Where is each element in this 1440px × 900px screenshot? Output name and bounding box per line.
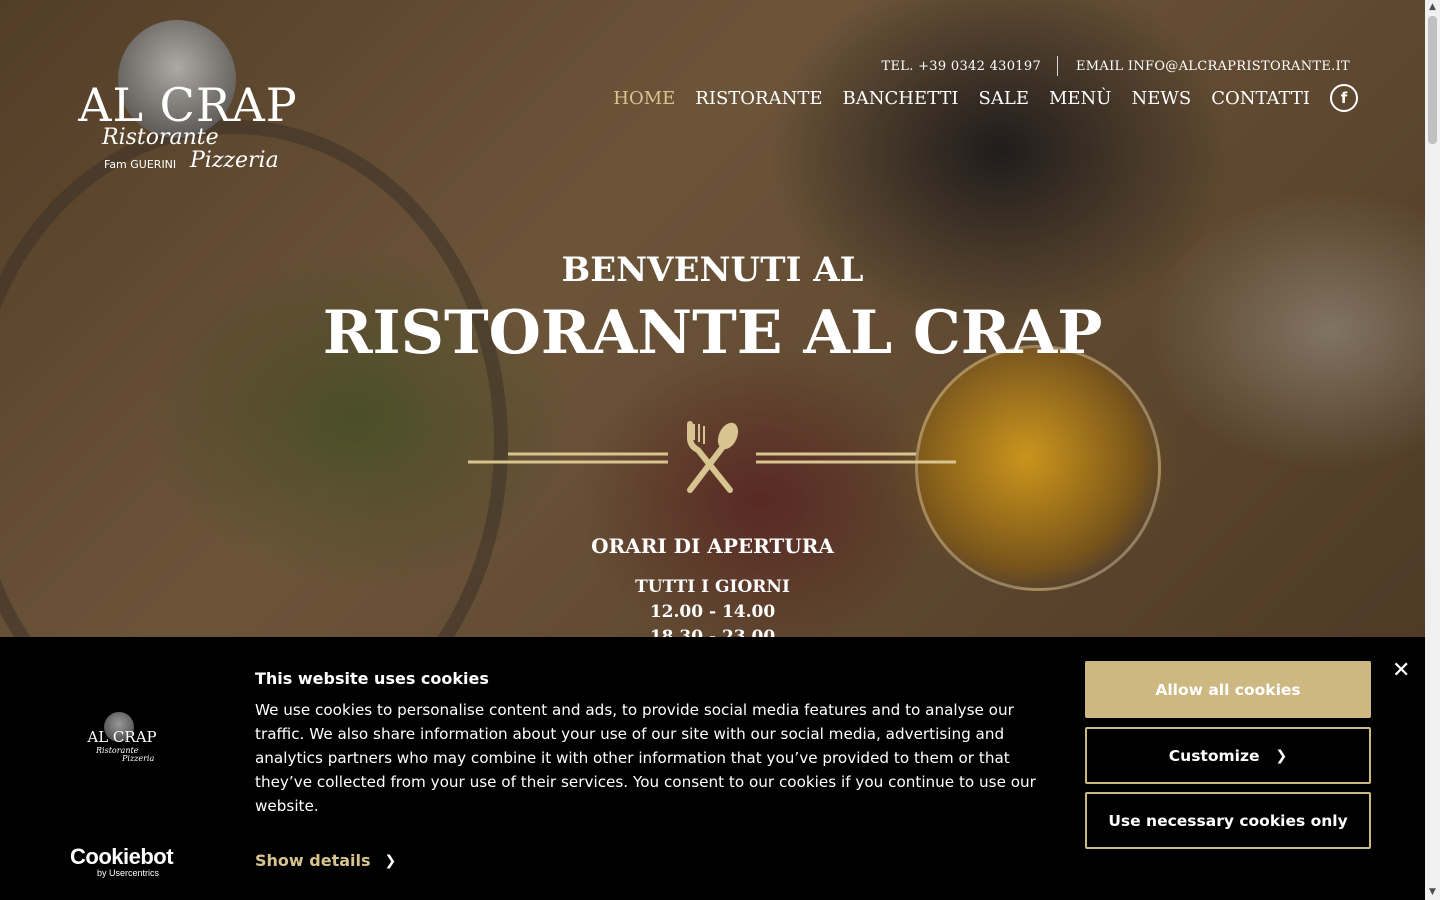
nav-banchetti[interactable]: BANCHETTI [843,88,959,109]
cookie-body: We use cookies to personalise content an… [255,701,1036,815]
show-details-link[interactable]: Show details ❯ [255,851,396,870]
scroll-thumb[interactable] [1428,16,1437,144]
hours-title: ORARI DI APERTURA [591,534,834,558]
customize-button[interactable]: Customize ❯ [1085,727,1371,784]
contact-divider [1057,56,1059,76]
page-scrollbar[interactable]: ▲ ▼ [1425,0,1440,900]
hours-days: TUTTI I GIORNI [635,577,790,597]
customize-label: Customize [1168,746,1260,765]
email-link[interactable]: EMAIL INFO@ALCRAPRISTORANTE.IT [1076,59,1350,74]
close-icon[interactable]: ✕ [1392,658,1410,683]
hero-title: RISTORANTE AL CRAP [322,298,1103,368]
scroll-down-arrow-icon[interactable]: ▼ [1425,885,1440,900]
nav-menu[interactable]: MENÙ [1049,88,1112,109]
main-nav: HOME RISTORANTE BANCHETTI SALE MENÙ NEWS… [593,84,1358,112]
nav-home[interactable]: HOME [613,88,675,109]
hero-welcome: BENVENUTI AL [561,250,864,290]
logo-family: Fam GUERINI [104,158,177,171]
logo-wordmark: AL CRAP [78,78,298,132]
nav-sale[interactable]: SALE [979,88,1029,109]
cookiebot-wordmark: Cookiebot [70,844,174,869]
contact-bar: TEL. +39 0342 430197 EMAIL INFO@ALCRAPRI… [882,56,1350,76]
site-logo[interactable]: AL CRAP Ristorante Fam GUERINI Pizzeria [58,20,318,180]
necessary-only-button[interactable]: Use necessary cookies only [1085,792,1371,849]
chevron-right-icon: ❯ [384,852,397,869]
show-details-label: Show details [255,851,371,870]
logo-pizzeria: Pizzeria [190,148,279,173]
cookie-title: This website uses cookies [255,669,489,688]
necessary-only-label: Use necessary cookies only [1108,811,1348,830]
allow-all-button[interactable]: Allow all cookies [1085,661,1371,718]
scroll-up-arrow-icon[interactable]: ▲ [1425,0,1440,15]
hours-lunch: 12.00 - 14.00 [649,602,776,622]
fork-spoon-icon [468,421,956,493]
phone-link[interactable]: TEL. +39 0342 430197 [882,59,1041,74]
facebook-icon[interactable]: f [1330,84,1358,112]
allow-all-label: Allow all cookies [1155,680,1301,699]
cookiebot-logo[interactable]: Cookiebot by Usercentrics [70,844,174,878]
nav-ristorante[interactable]: RISTORANTE [695,88,822,109]
nav-news[interactable]: NEWS [1131,88,1191,109]
nav-contatti[interactable]: CONTATTI [1211,88,1310,109]
logo-ristorante: Ristorante [102,125,219,150]
banner-logo-wordmark: AL CRAP [87,728,157,746]
banner-logo: AL CRAP Ristorante Pizzeria [84,712,160,764]
banner-logo-pizzeria: Pizzeria [122,754,155,763]
chevron-right-icon: ❯ [1275,747,1288,764]
